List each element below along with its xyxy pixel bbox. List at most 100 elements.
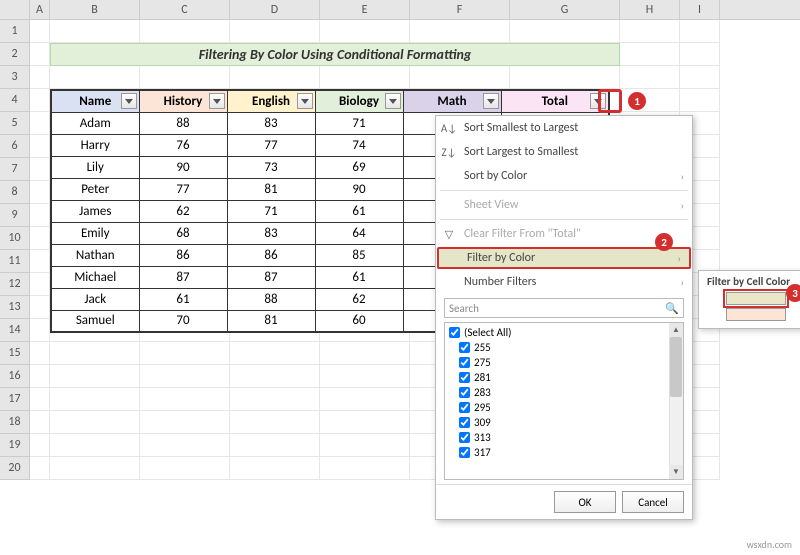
ok-button[interactable]: OK	[554, 491, 616, 513]
col-header-F[interactable]: F	[410, 0, 510, 19]
row-header-13[interactable]: 13	[0, 296, 29, 319]
scroll-up-icon[interactable]: ▲	[669, 323, 683, 337]
checklist-item[interactable]: 275	[459, 355, 679, 370]
cell-history[interactable]: 88	[139, 112, 227, 134]
cell-biology[interactable]: 74	[315, 134, 403, 156]
cell-history[interactable]: 86	[139, 244, 227, 266]
checkbox-select-all[interactable]	[449, 327, 460, 338]
checklist-item[interactable]: 317	[459, 445, 679, 460]
cell-name[interactable]: James	[51, 200, 139, 222]
cell-name[interactable]: Emily	[51, 222, 139, 244]
row-header-20[interactable]: 20	[0, 457, 29, 480]
cell-biology[interactable]: 62	[315, 288, 403, 310]
col-header-E[interactable]: E	[320, 0, 410, 19]
cell-history[interactable]: 68	[139, 222, 227, 244]
filter-button-history[interactable]	[209, 93, 225, 109]
checklist-item[interactable]: 295	[459, 400, 679, 415]
cell-history[interactable]: 87	[139, 266, 227, 288]
menu-sort-color[interactable]: Sort by Color›	[436, 164, 692, 188]
cell-biology[interactable]: 64	[315, 222, 403, 244]
row-header-6[interactable]: 6	[0, 135, 29, 158]
row-header-7[interactable]: 7	[0, 158, 29, 181]
row-header-2[interactable]: 2	[0, 43, 29, 66]
menu-sort-desc[interactable]: Z↓Sort Largest to Smallest	[436, 140, 692, 164]
checklist-item[interactable]: 255	[459, 340, 679, 355]
cell-name[interactable]: Adam	[51, 112, 139, 134]
row-header-17[interactable]: 17	[0, 388, 29, 411]
cell-name[interactable]: Jack	[51, 288, 139, 310]
row-header-14[interactable]: 14	[0, 319, 29, 342]
menu-sort-asc[interactable]: A↓Sort Smallest to Largest	[436, 116, 692, 140]
cell-english[interactable]: 73	[227, 156, 315, 178]
checkbox[interactable]	[459, 372, 470, 383]
cell-name[interactable]: Samuel	[51, 310, 139, 332]
cell-history[interactable]: 62	[139, 200, 227, 222]
header-total[interactable]: Total	[501, 90, 609, 112]
checkbox[interactable]	[459, 402, 470, 413]
col-header-I[interactable]: I	[680, 0, 720, 19]
cell-english[interactable]: 71	[227, 200, 315, 222]
cell-history[interactable]: 70	[139, 310, 227, 332]
header-history[interactable]: History	[139, 90, 227, 112]
header-biology[interactable]: Biology	[315, 90, 403, 112]
checklist-select-all[interactable]: (Select All)	[449, 325, 679, 340]
cell-biology[interactable]: 60	[315, 310, 403, 332]
cell-history[interactable]: 61	[139, 288, 227, 310]
cell-biology[interactable]: 69	[315, 156, 403, 178]
cell-name[interactable]: Harry	[51, 134, 139, 156]
color-swatch-2[interactable]	[726, 308, 786, 321]
row-header-3[interactable]: 3	[0, 66, 29, 89]
header-english[interactable]: English	[227, 90, 315, 112]
row-header-1[interactable]: 1	[0, 20, 29, 43]
row-header-9[interactable]: 9	[0, 204, 29, 227]
cell-english[interactable]: 81	[227, 178, 315, 200]
checkbox[interactable]	[459, 432, 470, 443]
cell-english[interactable]: 87	[227, 266, 315, 288]
cell-english[interactable]: 86	[227, 244, 315, 266]
scroll-down-icon[interactable]: ▼	[669, 465, 683, 479]
col-header-A[interactable]: A	[30, 0, 50, 19]
filter-button-math[interactable]	[483, 93, 499, 109]
filter-button-name[interactable]	[121, 93, 137, 109]
scrollbar-track[interactable]: ▲ ▼	[669, 323, 683, 479]
header-name[interactable]: Name	[51, 90, 139, 112]
col-header-G[interactable]: G	[510, 0, 620, 19]
row-header-11[interactable]: 11	[0, 250, 29, 273]
cell-biology[interactable]: 90	[315, 178, 403, 200]
cell-name[interactable]: Lily	[51, 156, 139, 178]
cell-history[interactable]: 90	[139, 156, 227, 178]
cell-english[interactable]: 88	[227, 288, 315, 310]
cell-biology[interactable]: 61	[315, 266, 403, 288]
row-header-10[interactable]: 10	[0, 227, 29, 250]
row-header-18[interactable]: 18	[0, 411, 29, 434]
cancel-button[interactable]: Cancel	[622, 491, 684, 513]
scrollbar-thumb[interactable]	[670, 337, 682, 397]
menu-number-filters[interactable]: Number Filters›	[436, 270, 692, 294]
checklist-item[interactable]: 309	[459, 415, 679, 430]
filter-button-biology[interactable]	[385, 93, 401, 109]
row-header-16[interactable]: 16	[0, 365, 29, 388]
select-all-corner[interactable]	[0, 0, 30, 19]
cell-english[interactable]: 81	[227, 310, 315, 332]
cell-biology[interactable]: 85	[315, 244, 403, 266]
checkbox[interactable]	[459, 417, 470, 428]
filter-button-english[interactable]	[297, 93, 313, 109]
cell-history[interactable]: 77	[139, 178, 227, 200]
header-math[interactable]: Math	[403, 90, 501, 112]
cell-name[interactable]: Peter	[51, 178, 139, 200]
checklist-item[interactable]: 313	[459, 430, 679, 445]
cell-history[interactable]: 76	[139, 134, 227, 156]
cell-english[interactable]: 77	[227, 134, 315, 156]
checkbox[interactable]	[459, 342, 470, 353]
checkbox[interactable]	[459, 447, 470, 458]
checklist-item[interactable]: 283	[459, 385, 679, 400]
col-header-D[interactable]: D	[230, 0, 320, 19]
cell-english[interactable]: 83	[227, 222, 315, 244]
row-header-8[interactable]: 8	[0, 181, 29, 204]
cell-english[interactable]: 83	[227, 112, 315, 134]
checkbox[interactable]	[459, 357, 470, 368]
cell-biology[interactable]: 71	[315, 112, 403, 134]
row-header-4[interactable]: 4	[0, 89, 29, 112]
checkbox[interactable]	[459, 387, 470, 398]
cell-name[interactable]: Nathan	[51, 244, 139, 266]
